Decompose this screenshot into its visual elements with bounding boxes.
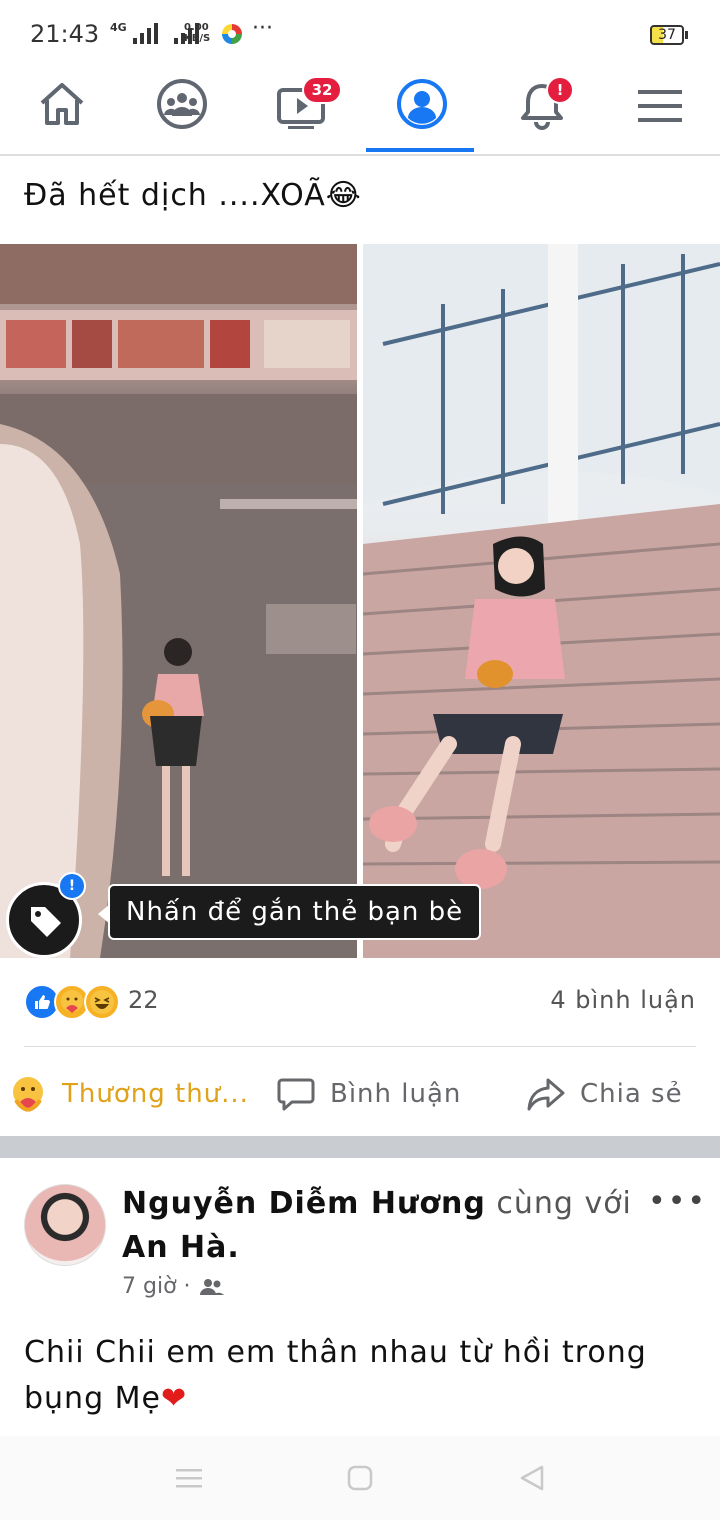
tab-profile[interactable] [370,70,470,154]
post-meta: 7 giờ · [122,1274,225,1299]
battery-icon: 37 [650,25,688,45]
photo-1-illustration [0,244,357,958]
network-speed: 0.00 KB/S [184,22,211,44]
tab-home[interactable] [10,70,110,154]
top-nav: 32 ! [0,70,720,156]
care-icon [8,1074,48,1114]
post-text: Đã hết dịch ....XOÃ😂 [24,178,362,213]
comment-count[interactable]: 4 bình luận [550,986,696,1014]
post-photo-2[interactable] [363,244,720,958]
tag-tooltip: Nhấn để gắn thẻ bạn bè [97,884,482,940]
active-tab-indicator [366,148,474,152]
profile-icon [397,79,447,129]
with-text: cùng với [496,1186,632,1221]
comment-button-label: Bình luận [330,1079,462,1109]
post-separator [0,1136,720,1158]
notifications-badge: ! [546,76,574,104]
system-nav-bar [0,1436,720,1520]
recents-icon[interactable] [174,1464,204,1492]
avatar[interactable] [24,1184,106,1266]
tab-groups[interactable] [130,70,230,154]
back-icon[interactable] [518,1464,546,1492]
share-button-label: Chia sẻ [580,1079,683,1109]
signal-icon [132,22,158,44]
post-body-text: Chii Chii em em thân nhau từ hồi trong b… [24,1335,647,1416]
share-icon [526,1074,566,1114]
tab-watch[interactable]: 32 [250,70,350,154]
post-time[interactable]: 7 giờ · [122,1274,191,1299]
share-button[interactable]: Chia sẻ [526,1070,683,1118]
comment-icon [276,1074,316,1114]
heart-emoji-icon: ❤ [161,1381,188,1416]
watch-badge: 32 [302,76,342,104]
app-notification-icon [222,24,242,44]
react-button[interactable]: Thương thư... [8,1070,249,1118]
post-photo-1[interactable] [0,244,357,958]
tagged-name[interactable]: An Hà. [122,1230,240,1265]
photo-2-illustration [363,244,720,958]
home-button-icon[interactable] [346,1464,374,1492]
status-bar: 21:43 4G 0.00 KB/S ··· 37 [0,0,720,70]
groups-icon [157,79,207,129]
menu-icon [638,90,682,122]
tag-badge: ! [58,872,86,900]
haha-reaction-icon [84,984,120,1020]
react-button-label: Thương thư... [62,1079,249,1109]
divider [24,1046,696,1047]
network-type: 4G [110,21,127,34]
reaction-icons[interactable] [24,984,120,1020]
more-notifications-icon: ··· [252,16,273,41]
post-author-line: Nguyễn Diễm Hương cùng với An Hà. [122,1182,642,1270]
status-time: 21:43 [30,20,100,48]
home-icon [40,83,84,125]
friends-privacy-icon [199,1278,224,1295]
tab-menu[interactable] [610,70,710,154]
author-name[interactable]: Nguyễn Diễm Hương [122,1186,486,1221]
reaction-count[interactable]: 22 [128,986,159,1014]
post-options-button[interactable]: ••• [648,1184,707,1219]
comment-button[interactable]: Bình luận [276,1070,461,1118]
tab-notifications[interactable]: ! [490,70,590,154]
